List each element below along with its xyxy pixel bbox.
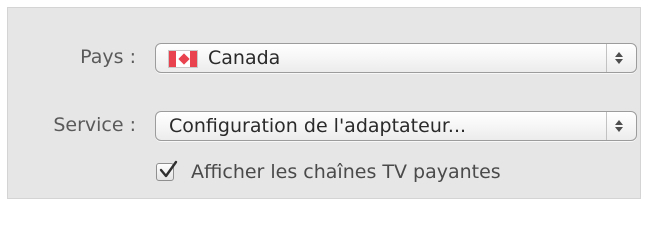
country-popup[interactable]: Canada <box>155 43 637 73</box>
country-value: Canada <box>208 47 281 69</box>
show-paid-channels-label[interactable]: Afficher les chaînes TV payantes <box>191 161 501 183</box>
service-label: Service : <box>53 114 136 136</box>
country-label: Pays : <box>80 46 136 68</box>
popup-arrows-icon <box>606 44 628 72</box>
service-value: Configuration de l'adaptateur... <box>169 115 467 137</box>
service-popup[interactable]: Configuration de l'adaptateur... <box>155 111 637 141</box>
checkmark-icon <box>159 160 178 178</box>
canada-flag-icon <box>168 50 198 68</box>
show-paid-channels-checkbox[interactable] <box>156 160 178 181</box>
popup-arrows-icon <box>606 112 628 140</box>
